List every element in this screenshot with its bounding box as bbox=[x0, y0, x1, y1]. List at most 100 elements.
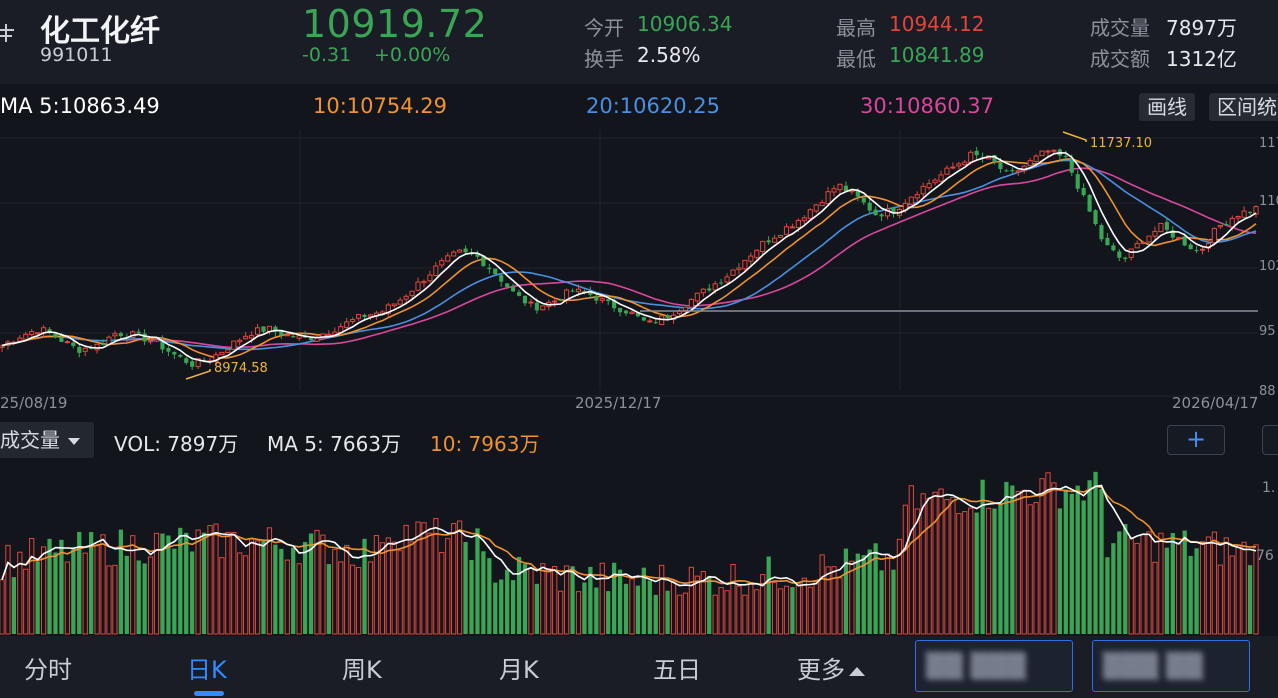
tab-intraday[interactable]: 分时 bbox=[24, 650, 72, 685]
volume-bar-down bbox=[582, 582, 587, 634]
tab-five-day[interactable]: 五日 bbox=[653, 650, 701, 685]
x-date-label: 2026/04/17 bbox=[1172, 394, 1258, 412]
volume-bar-up bbox=[243, 555, 249, 635]
candle-up bbox=[783, 226, 790, 235]
volume-bar-down bbox=[487, 558, 492, 634]
volume-bar-up bbox=[296, 563, 302, 635]
volume-bar-down bbox=[516, 556, 522, 634]
blurred-content: ▒▒ ▒▒▒ bbox=[926, 652, 1026, 680]
candle-up bbox=[231, 340, 237, 350]
candle-down bbox=[1087, 195, 1092, 212]
stat-label-turnover: 换手 bbox=[584, 47, 624, 71]
volume-bar-up bbox=[1134, 542, 1140, 635]
draw-line-button[interactable]: 画线 bbox=[1139, 93, 1195, 121]
volume-bar-up bbox=[552, 566, 558, 635]
volume-bar-down bbox=[481, 551, 486, 634]
quote-header: 化工化纤 991011 10919.72 -0.31 +0.00% 今开 109… bbox=[0, 0, 1278, 84]
volume-bar-up bbox=[451, 523, 457, 635]
blurred-button[interactable]: ▒▒ ▒▒▒ bbox=[915, 640, 1073, 692]
tab-monthly-k[interactable]: 月K bbox=[499, 650, 539, 685]
tab-weekly-k[interactable]: 周K bbox=[342, 650, 382, 685]
volume-bar-up bbox=[736, 585, 742, 635]
candle-down bbox=[766, 240, 771, 243]
volume-bar-up bbox=[213, 523, 219, 635]
volume-bar-up bbox=[338, 561, 344, 635]
stat-label-volume: 成交量 bbox=[1090, 16, 1150, 40]
volume-bar-down bbox=[873, 543, 878, 634]
volume-bar-up bbox=[207, 525, 213, 635]
volume-bar-up bbox=[379, 542, 385, 635]
volume-bar-up bbox=[908, 485, 914, 635]
indicator-selector[interactable]: 成交量 bbox=[0, 422, 94, 458]
range-stats-button[interactable]: 区间统 bbox=[1209, 93, 1278, 121]
volume-bar-up bbox=[837, 577, 843, 635]
volume-chart[interactable]: 1. 76 bbox=[0, 464, 1278, 636]
back-arrow-icon[interactable] bbox=[0, 22, 16, 44]
volume-bar-up bbox=[920, 493, 926, 635]
volume-bar-down bbox=[53, 552, 58, 634]
volume-bar-up bbox=[1223, 537, 1229, 635]
volume-bar-up bbox=[926, 497, 932, 635]
price-change: -0.31 bbox=[302, 44, 352, 66]
dropdown-caret-icon bbox=[68, 438, 80, 445]
candle-up bbox=[742, 259, 748, 270]
volume-bar-down bbox=[1057, 508, 1063, 634]
volume-bar-down bbox=[1004, 481, 1009, 634]
stat-value-turnover: 2.58% bbox=[637, 43, 701, 67]
settings-button[interactable] bbox=[1262, 425, 1278, 455]
candle-up bbox=[1027, 160, 1033, 167]
add-indicator-button[interactable]: + bbox=[1167, 425, 1225, 455]
volume-bar-down bbox=[1182, 530, 1187, 634]
candle-up bbox=[700, 288, 706, 294]
candle-down bbox=[1182, 236, 1187, 246]
volume-bar-down bbox=[766, 556, 771, 634]
volume-bar-up bbox=[344, 544, 350, 635]
ma-legend-row: MA 5:10863.49 10:10754.29 20:10620.25 30… bbox=[0, 84, 1278, 130]
y-tick-label: 117 bbox=[1259, 136, 1278, 151]
volume-bar-up bbox=[29, 538, 35, 635]
volume-bar-up bbox=[1027, 504, 1033, 635]
tab-more[interactable]: 更多 bbox=[797, 650, 865, 685]
candle-down bbox=[707, 288, 712, 291]
candle-up bbox=[825, 191, 831, 205]
candle-up bbox=[1241, 210, 1247, 218]
volume-bar-up bbox=[1199, 541, 1206, 635]
candle-down bbox=[1247, 211, 1253, 213]
volume-bar-up bbox=[225, 531, 231, 635]
volume-bar-up bbox=[754, 589, 760, 635]
candle-up bbox=[254, 327, 261, 335]
volume-bar-up bbox=[403, 524, 409, 635]
volume-bar-down bbox=[493, 582, 498, 634]
candle-down bbox=[100, 343, 106, 345]
max-marker bbox=[1062, 131, 1087, 142]
volume-bar-up bbox=[730, 564, 736, 635]
candle-up bbox=[249, 335, 255, 339]
volume-bar-down bbox=[665, 590, 670, 634]
volume-bar-down bbox=[1188, 555, 1193, 634]
candle-up bbox=[1140, 242, 1146, 245]
candle-up bbox=[849, 190, 855, 193]
volume-bar-up bbox=[783, 585, 790, 635]
volume-bar-up bbox=[433, 517, 439, 635]
candle-up bbox=[1253, 206, 1259, 215]
volume-bar-down bbox=[1087, 480, 1092, 634]
candlestick-chart[interactable]: 11737.10 8974.58 117 110 102 95 88 25/08… bbox=[0, 130, 1278, 412]
candle-up bbox=[356, 314, 362, 319]
volume-bar-down bbox=[635, 585, 641, 634]
candle-up bbox=[777, 234, 784, 238]
candle-down bbox=[493, 268, 498, 275]
volume-bar-up bbox=[219, 557, 225, 635]
volume-bar-up bbox=[1045, 472, 1051, 635]
candle-down bbox=[166, 348, 171, 352]
candle-down bbox=[362, 314, 367, 318]
volume-bar-up bbox=[439, 552, 445, 635]
volume-bar-down bbox=[273, 544, 278, 634]
candle-up bbox=[243, 335, 249, 340]
volume-bar-up bbox=[831, 566, 837, 635]
candle-down bbox=[516, 292, 522, 296]
blurred-button[interactable]: ▒▒▒ ▒▒ bbox=[1092, 640, 1250, 692]
candle-up bbox=[1158, 222, 1164, 233]
caret-up-icon bbox=[849, 666, 865, 676]
tab-daily-k[interactable]: 日K bbox=[187, 650, 227, 685]
volume-bar-up bbox=[427, 532, 433, 635]
